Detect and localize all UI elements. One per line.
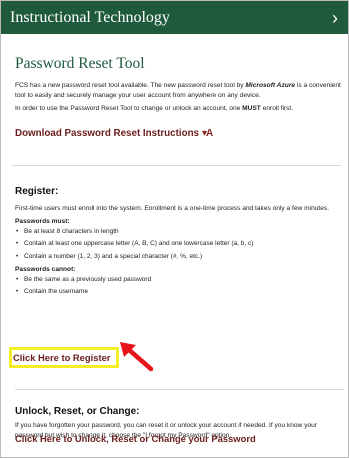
header-bar[interactable]: Instructional Technology › [1, 1, 348, 34]
register-description: First-time users must enroll into the sy… [15, 204, 330, 212]
tool-intro: FCS has a new password reset tool availa… [15, 81, 341, 100]
passwords-cannot-list: Be the same as a previously used passwor… [15, 276, 341, 297]
divider [15, 389, 344, 390]
tool-enroll-note: In order to use the Password Reset Tool … [15, 104, 341, 114]
tool-title: Password Reset Tool [15, 55, 145, 72]
sort-az-icon: ▾A [202, 127, 213, 139]
enroll-suffix: enroll first. [260, 105, 294, 113]
list-item: Contain at least one uppercase letter (A… [16, 240, 341, 249]
passwords-cannot-label: Passwords cannot: [15, 266, 76, 274]
unlock-reset-change-link[interactable]: Click Here to Unlock, Reset or Change yo… [15, 433, 256, 444]
register-heading: Register: [15, 185, 59, 197]
download-instructions-label[interactable]: Download Password Reset Instructions [15, 128, 199, 139]
enroll-prefix: In order to use the Password Reset Tool … [15, 105, 243, 113]
tool-intro-prefix: FCS has a new password reset tool availa… [15, 82, 246, 89]
register-link[interactable]: Click Here to Register [13, 352, 110, 363]
chevron-right-icon[interactable]: › [332, 9, 338, 27]
header-title: Instructional Technology [10, 8, 170, 26]
main-content: Password Reset Tool FCS has a new passwo… [12, 45, 341, 302]
list-item: Contain the username [16, 288, 341, 297]
tool-intro-brand: Microsoft Azure [245, 82, 296, 89]
list-item: Be at least 8 characters in length [16, 228, 341, 237]
pointer-arrow-icon [120, 342, 154, 372]
list-item: Be the same as a previously used passwor… [16, 276, 341, 285]
page-frame: Instructional Technology › Password Rese… [0, 0, 349, 458]
download-instructions-link[interactable]: Download Password Reset Instructions ▾A [15, 128, 341, 139]
passwords-must-list: Be at least 8 characters in length Conta… [15, 228, 341, 261]
enroll-must: MUST [242, 105, 261, 113]
list-item: Contain a number (1, 2, 3) and a special… [16, 253, 341, 262]
passwords-must-label: Passwords must: [15, 218, 70, 226]
unlock-heading: Unlock, Reset, or Change: [15, 406, 140, 417]
